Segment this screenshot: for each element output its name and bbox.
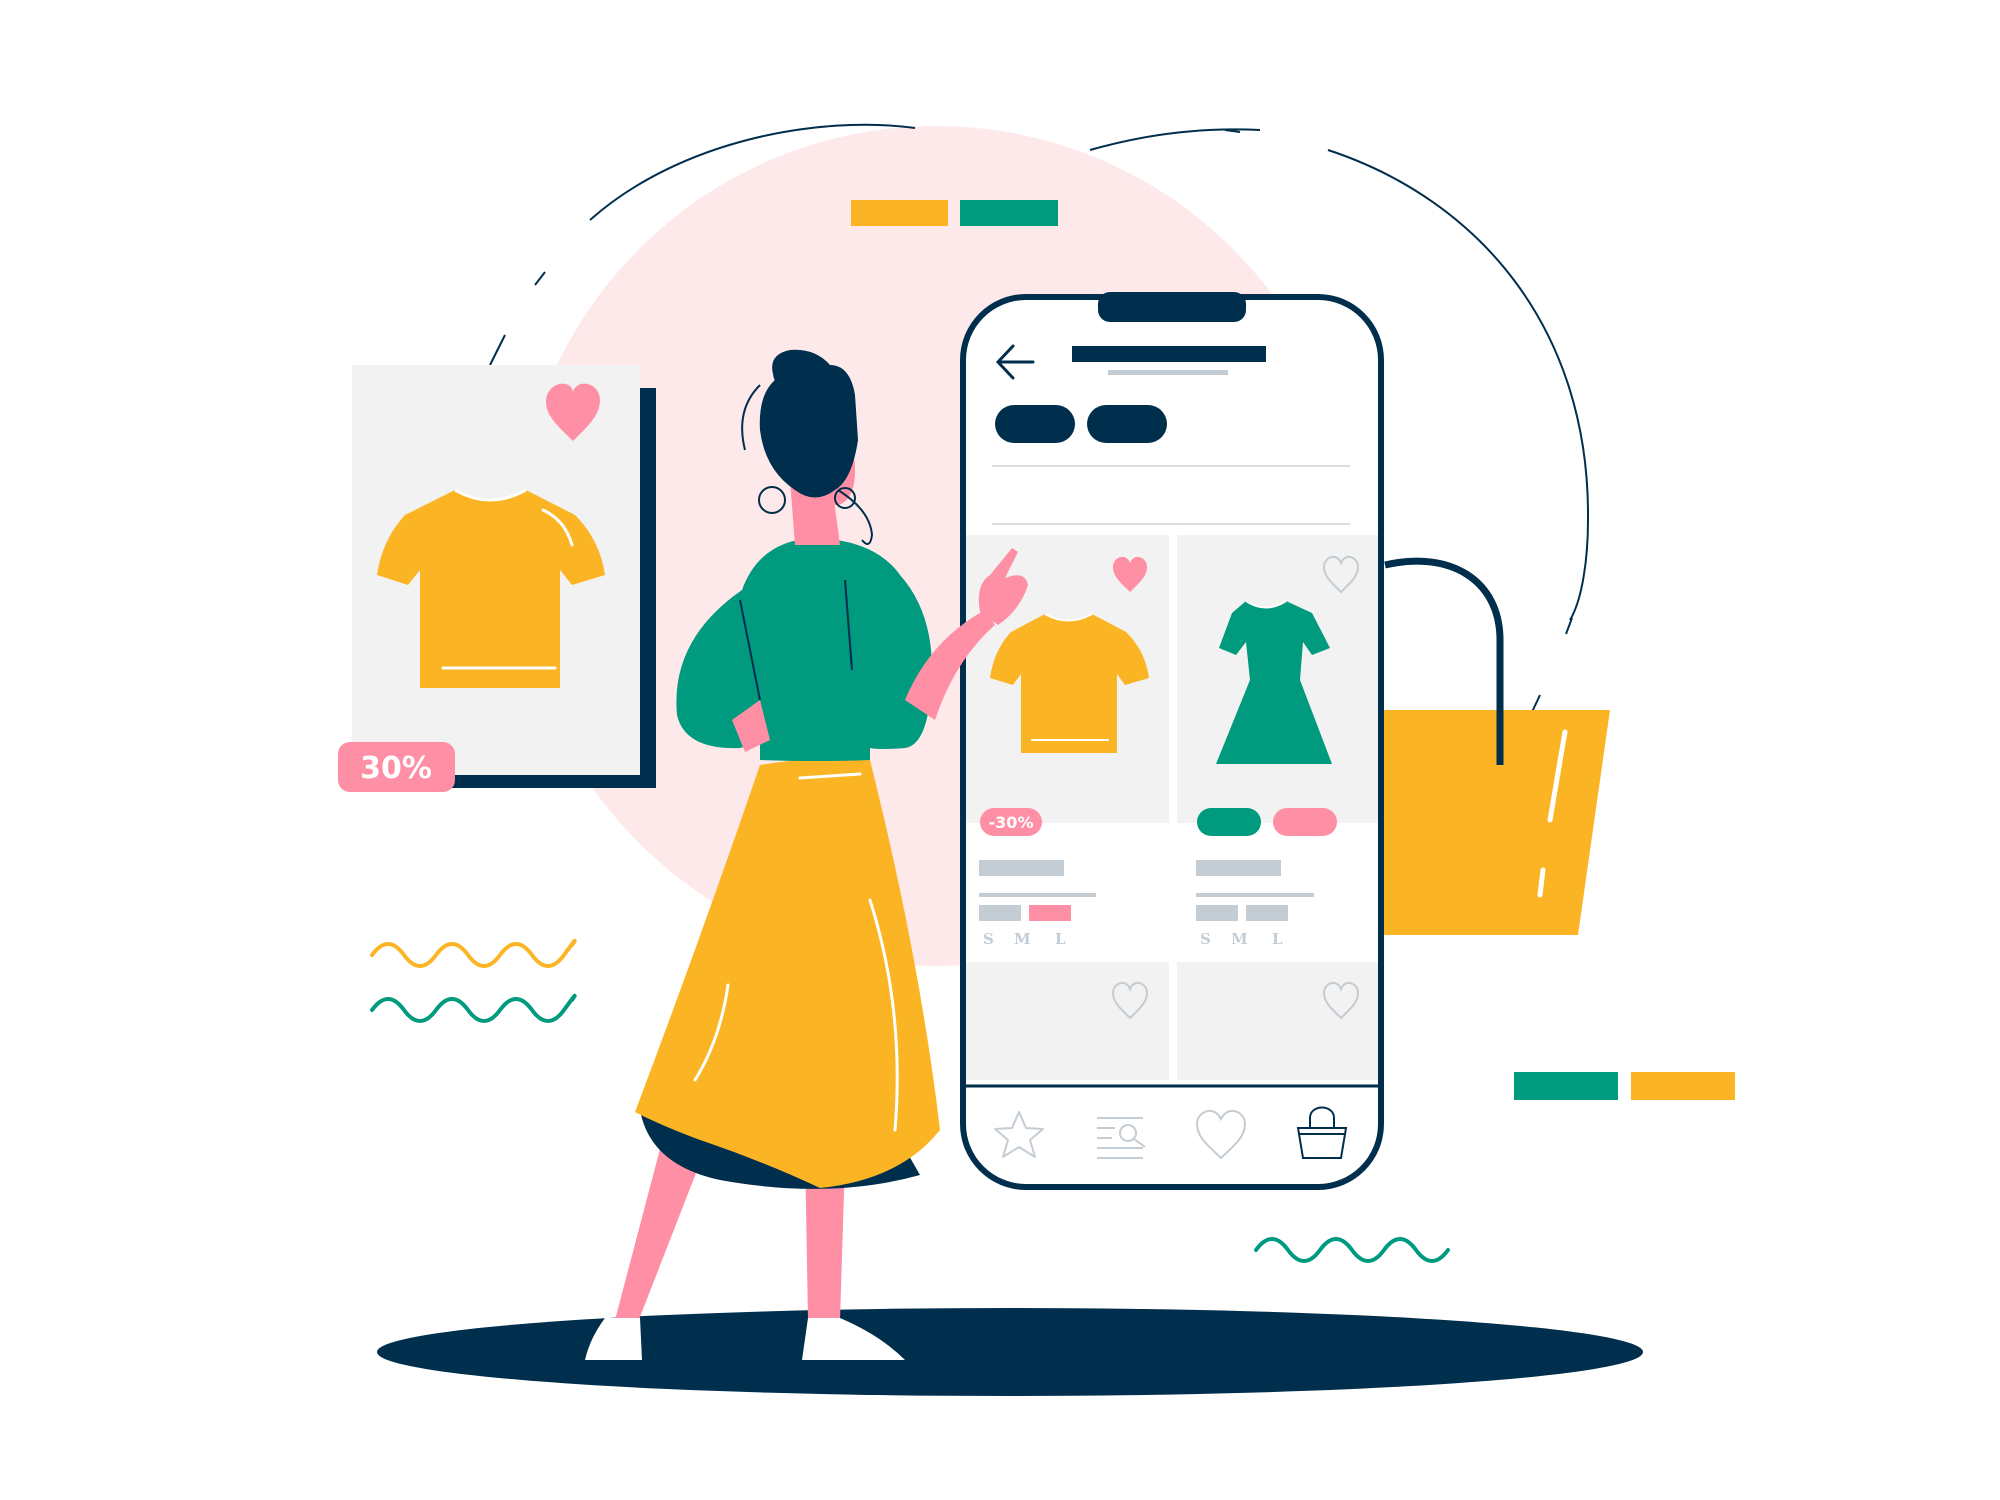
page-subtitle-placeholder [1108, 370, 1228, 375]
size-option-l[interactable]: L [1055, 930, 1066, 948]
promo-card[interactable]: 30% [338, 365, 656, 792]
price-placeholder [1196, 905, 1238, 921]
product-card-4[interactable] [1177, 962, 1378, 1080]
size-option-m[interactable]: M [1231, 930, 1248, 948]
filter-chip-1[interactable] [995, 405, 1075, 443]
page-title-placeholder [1072, 346, 1266, 362]
price-placeholder [979, 905, 1021, 921]
product-image-panel [1177, 962, 1378, 1080]
filter-chip-2[interactable] [1087, 405, 1167, 443]
product-desc-placeholder [979, 893, 1096, 897]
squiggle-yellow [370, 938, 577, 968]
phone-notch [1098, 292, 1246, 322]
product-desc-placeholder [1196, 893, 1314, 897]
product-name-placeholder [979, 860, 1064, 876]
size-option-s[interactable]: S [983, 930, 994, 948]
color-option-green[interactable] [1197, 808, 1261, 836]
shopping-illustration: 30% -30% S M L S M L [338, 123, 1735, 1396]
size-option-s[interactable]: S [1200, 930, 1211, 948]
decor-bar-yellow [851, 200, 948, 226]
woman-hair-bun [773, 350, 817, 394]
floor-shadow [377, 1308, 1643, 1396]
decor-bar-green-2 [1514, 1072, 1618, 1100]
product-image-panel [966, 962, 1169, 1080]
product-name-placeholder [1196, 860, 1281, 876]
product-card-3[interactable] [966, 962, 1169, 1080]
phone-mockup: -30% S M L S M L [960, 292, 1384, 1190]
discount-label: -30% [989, 813, 1034, 832]
sale-price-placeholder [1029, 905, 1071, 921]
size-option-m[interactable]: M [1014, 930, 1031, 948]
discount-label: 30% [360, 751, 432, 786]
squiggle-green-right [1254, 1237, 1450, 1263]
price-placeholder [1246, 905, 1288, 921]
decor-bar-green [960, 200, 1058, 226]
size-option-l[interactable]: L [1272, 930, 1283, 948]
squiggle-green-left [370, 993, 577, 1023]
decor-bar-yellow-2 [1631, 1072, 1735, 1100]
color-option-pink[interactable] [1273, 808, 1337, 836]
